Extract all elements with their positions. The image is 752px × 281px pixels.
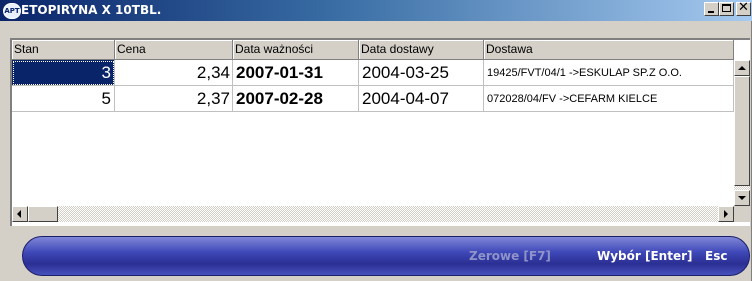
scroll-left-button[interactable] (12, 206, 28, 222)
maximize-button[interactable] (719, 2, 734, 16)
app-logo-icon: APT (3, 3, 21, 19)
table-row[interactable]: 5 2,37 2007-02-28 2004-04-07 072028/04/F… (12, 86, 734, 112)
column-header-dostawa[interactable]: Dostawa (484, 40, 734, 60)
window-title: ETOPIRYNA X 10TBL. (21, 3, 162, 17)
app-window: APT ETOPIRYNA X 10TBL. ✕ Stan Cena Data … (0, 0, 752, 281)
cell-dostawa[interactable]: 072028/04/FV ->CEFARM KIELCE (484, 86, 734, 112)
zerowe-button[interactable]: Zerowe [F7] (469, 249, 551, 263)
scroll-down-button[interactable] (734, 190, 750, 206)
cell-cena[interactable]: 2,34 (115, 60, 233, 86)
arrow-up-icon (738, 66, 746, 70)
arrow-down-icon (738, 196, 746, 200)
table-row[interactable]: 3 2,34 2007-01-31 2004-03-25 19425/FVT/0… (12, 60, 734, 86)
cell-cena[interactable]: 2,37 (115, 86, 233, 112)
column-header-stan[interactable]: Stan (12, 40, 115, 60)
arrow-right-icon (724, 210, 728, 218)
horizontal-scrollbar[interactable] (12, 206, 734, 222)
arrow-left-icon (17, 210, 21, 218)
close-icon: ✕ (738, 0, 749, 15)
minimize-icon (708, 11, 714, 13)
column-header-cena[interactable]: Cena (115, 40, 233, 60)
vertical-scroll-thumb[interactable] (734, 76, 750, 186)
cell-data-waznosci[interactable]: 2007-01-31 (233, 60, 359, 86)
scrollbar-corner (734, 206, 750, 222)
horizontal-scroll-thumb[interactable] (28, 206, 58, 222)
select-button[interactable]: Wybór [Enter] (597, 249, 693, 263)
escape-button[interactable]: Esc (705, 249, 727, 263)
column-header-data-dostawy[interactable]: Data dostawy (359, 40, 484, 60)
scroll-right-button[interactable] (718, 206, 734, 222)
cell-stan[interactable]: 3 (12, 60, 115, 86)
minimize-button[interactable] (704, 2, 719, 16)
batch-grid[interactable]: Stan Cena Data ważności Data dostawy Dos… (10, 38, 750, 226)
close-button[interactable]: ✕ (736, 0, 751, 16)
cell-dostawa[interactable]: 19425/FVT/04/1 ->ESKULAP SP.Z O.O. (484, 60, 734, 86)
action-bar: Zerowe [F7] Wybór [Enter] Esc (22, 236, 750, 276)
cell-data-dostawy[interactable]: 2004-03-25 (359, 60, 484, 86)
cell-data-dostawy[interactable]: 2004-04-07 (359, 86, 484, 112)
cell-stan[interactable]: 5 (12, 86, 115, 112)
column-header-data-waznosci[interactable]: Data ważności (233, 40, 359, 60)
vertical-scrollbar[interactable] (734, 60, 750, 206)
cell-data-waznosci[interactable]: 2007-02-28 (233, 86, 359, 112)
maximize-icon (722, 4, 731, 12)
scroll-up-button[interactable] (734, 60, 750, 76)
title-bar[interactable]: APT ETOPIRYNA X 10TBL. ✕ (0, 0, 752, 21)
